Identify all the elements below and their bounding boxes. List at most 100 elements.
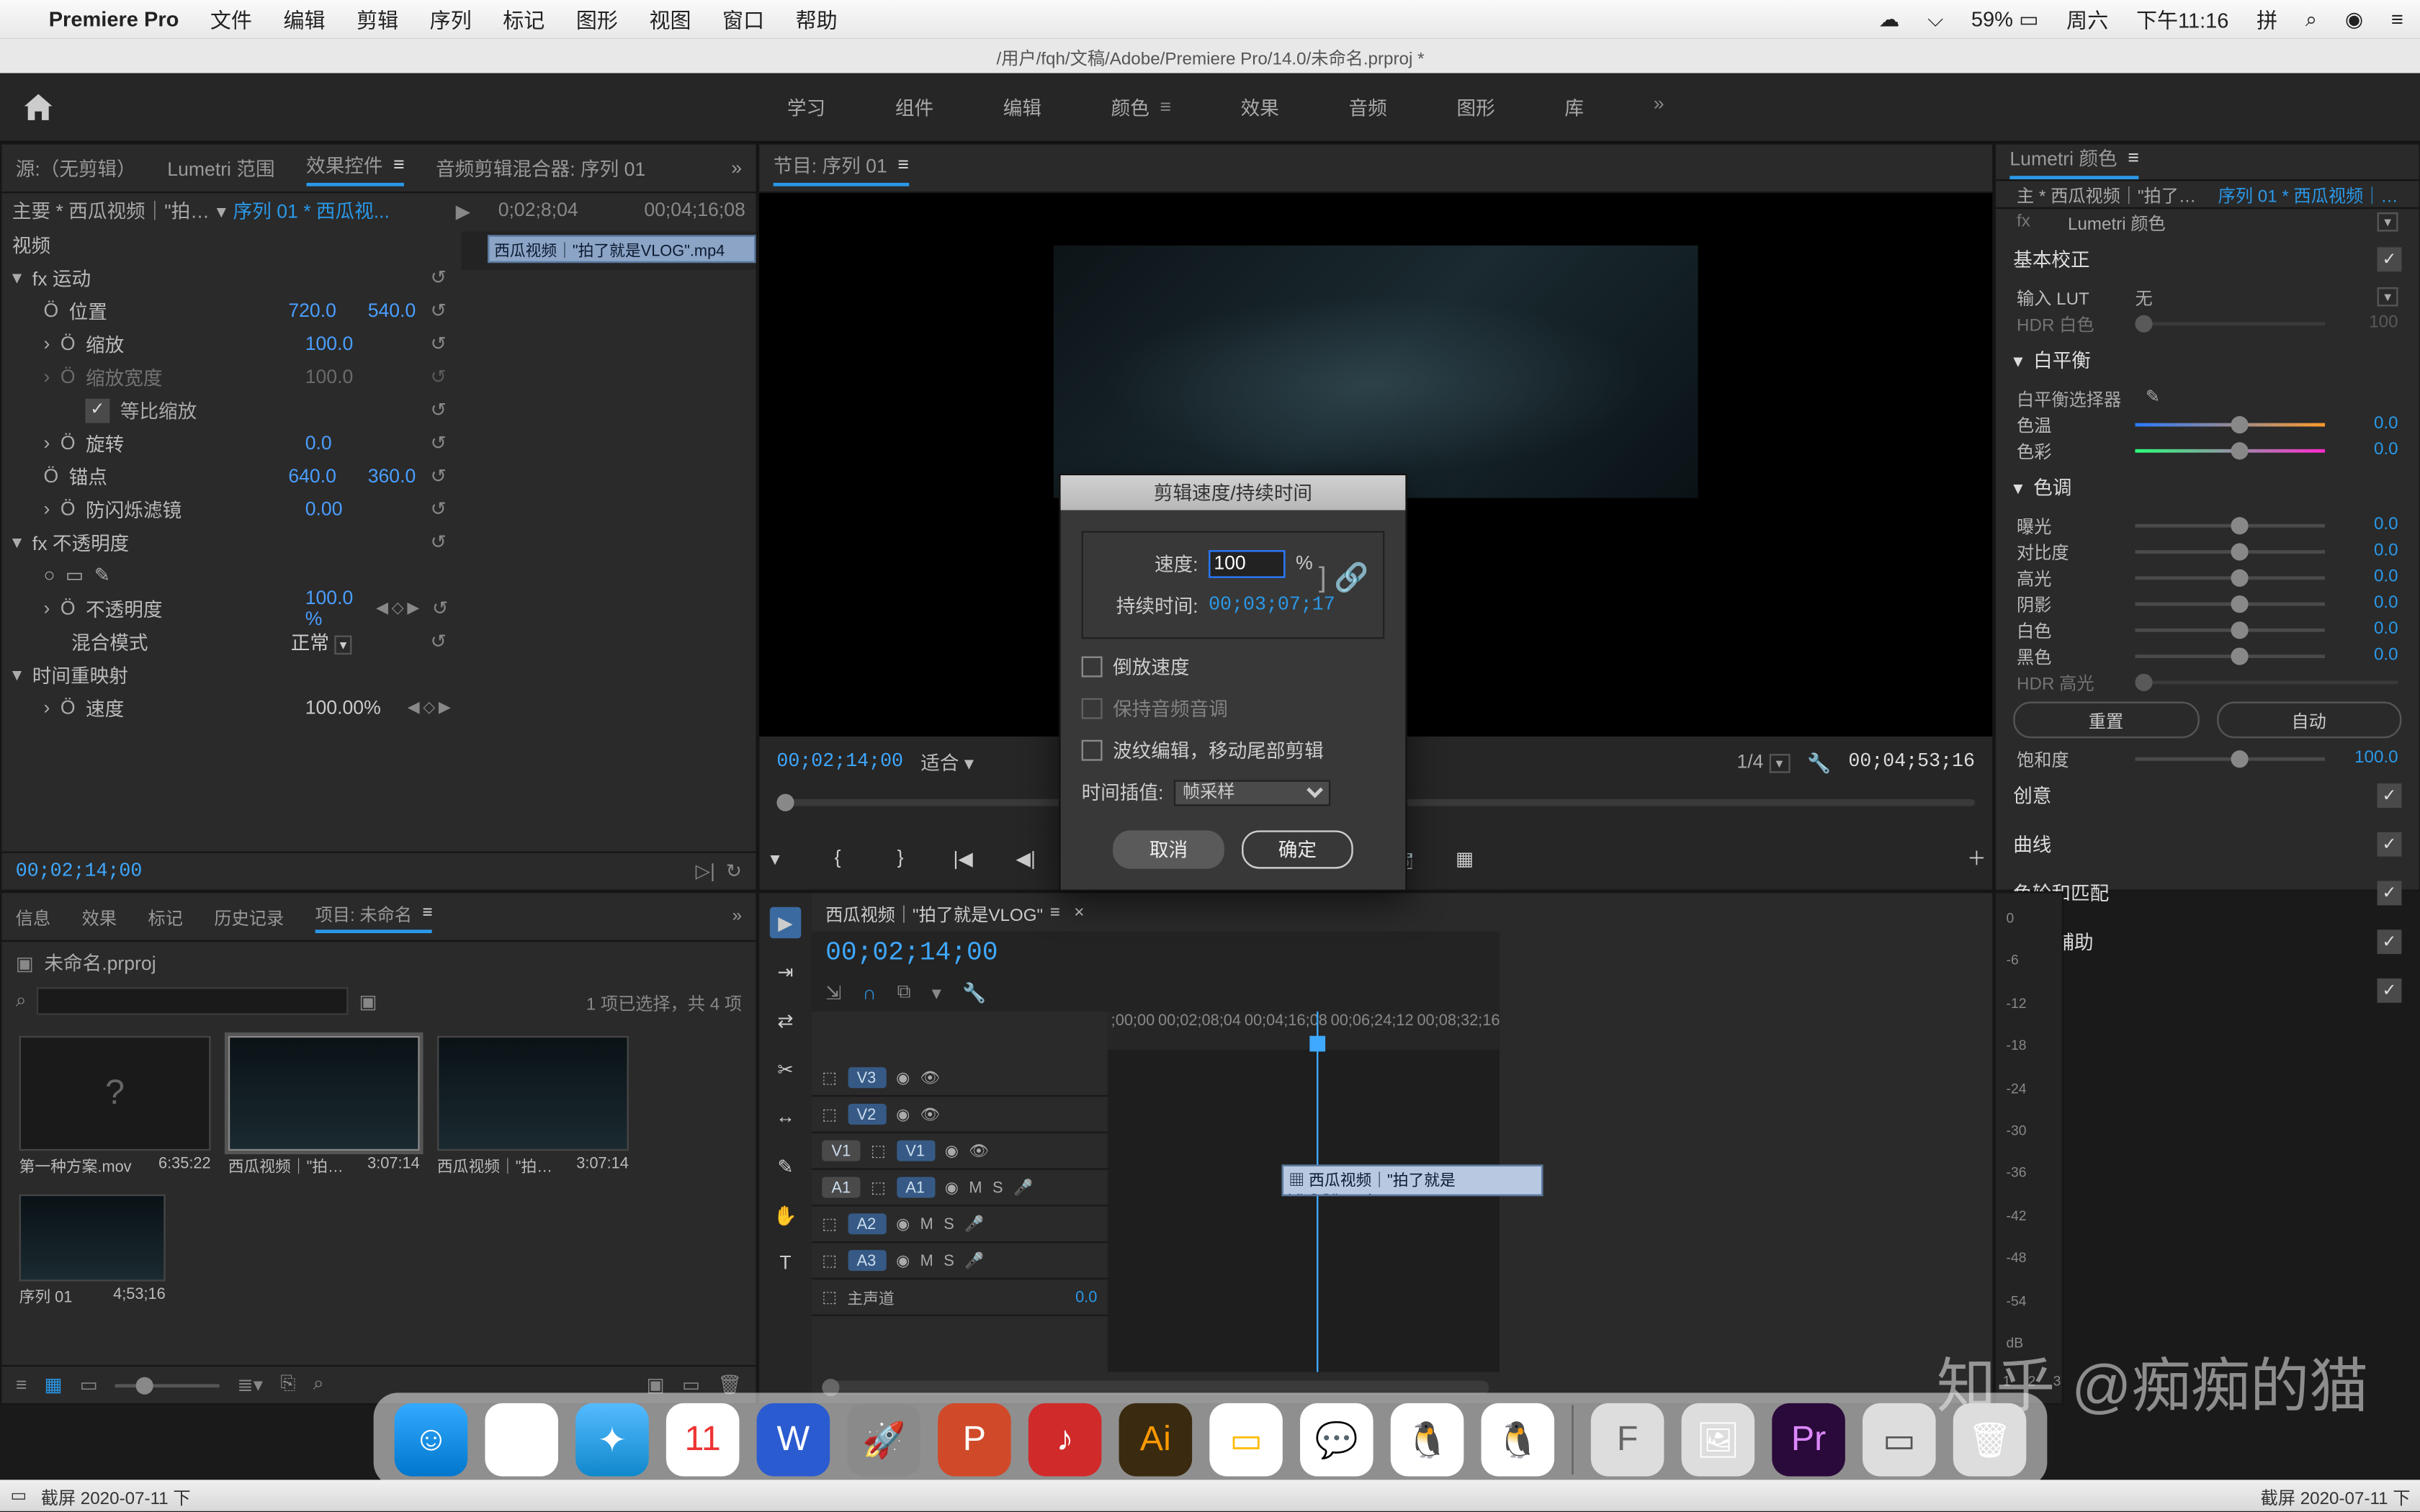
ect-footer-timecode[interactable]: 00;02;14;00 [16,861,143,882]
pen-tool-icon[interactable]: ✎ [770,1151,802,1182]
reset-icon[interactable]: ↺ [426,464,451,488]
hsl-toggle[interactable] [2378,930,2402,954]
lock-icon[interactable]: ⬚ [822,1104,837,1124]
ect-remap[interactable]: 时间重映射 [32,661,241,689]
list-view-icon[interactable]: ≡ [16,1374,27,1395]
basic-toggle[interactable] [2378,247,2402,271]
blacks-slider[interactable] [2135,654,2325,657]
linked-sel-icon[interactable]: ⧉ [897,982,911,1004]
sort-icon[interactable]: ≣▾ [237,1374,263,1396]
go-in-icon[interactable]: |◀ [947,842,979,874]
highlights-slider[interactable] [2135,575,2325,579]
scrub-handle[interactable] [776,794,794,811]
workspace-audio[interactable]: 音频 [1349,93,1387,121]
tab-history[interactable]: 历史记录 [214,904,284,930]
reset-icon[interactable]: ↺ [426,431,451,455]
section-creative[interactable]: 创意 [2013,782,2051,810]
slip-tool-icon[interactable]: ↔ [770,1102,802,1134]
cancel-button[interactable]: 取消 [1113,830,1224,868]
menu-clip[interactable]: 剪辑 [357,4,398,34]
tab-overflow-icon[interactable]: » [731,158,742,179]
zoom-slider[interactable] [115,1383,220,1387]
program-video[interactable] [1054,246,1698,498]
lock-icon[interactable]: ⬚ [871,1178,886,1197]
tint-value[interactable]: 0.0 [2339,441,2398,460]
tab-close-icon[interactable]: × [1074,903,1084,922]
ect-opacity-fx[interactable]: fx 不透明度 [32,528,241,557]
tab-overflow-icon[interactable]: » [732,907,742,927]
ect-anchor-x[interactable]: 640.0 [288,466,336,487]
lumetri-link[interactable]: 序列 01 * 西瓜视频｜… [2218,181,2398,207]
ect-position-y[interactable]: 540.0 [368,300,416,321]
tab-effect-controls[interactable]: 效果控件 ≡ [306,150,404,185]
whites-value[interactable]: 0.0 [2339,620,2398,639]
uniform-scale-checkbox[interactable] [85,398,109,423]
curves-toggle[interactable] [2378,832,2402,857]
ect-clip-bar[interactable]: 西瓜视频｜"拍了就是VLOG".mp4 [487,235,756,263]
vignette-toggle[interactable] [2378,978,2402,1003]
tab-effects[interactable]: 效果 [82,904,117,930]
dock-htm[interactable]: ▭ [1863,1403,1936,1477]
workspace-learn[interactable]: 学习 [787,93,825,121]
ect-motion[interactable]: fx 运动 [32,264,241,292]
ok-button[interactable]: 确定 [1242,830,1353,868]
taskbar-item[interactable]: 截屏 2020-07-11 下 [41,1482,191,1508]
compare-icon[interactable]: ▦ [1449,842,1481,874]
exposure-value[interactable]: 0.0 [2339,516,2398,535]
auto-button[interactable]: 自动 [2216,701,2402,738]
marker-icon[interactable]: ▾ [932,982,941,1004]
workspace-libraries[interactable]: 库 [1564,93,1584,121]
auto-seq-icon[interactable]: ⎘ [280,1374,295,1396]
bin-icon[interactable]: ▣ [16,951,34,973]
sat-value[interactable]: 100.0 [2339,749,2398,768]
dock-trash[interactable]: 🗑 [1953,1403,2027,1477]
ect-speed-value[interactable]: 100.00% [305,697,381,718]
snap-icon[interactable]: ∩ [862,983,876,1004]
mark-out-icon[interactable]: } [884,842,916,874]
reset-icon[interactable]: ↺ [426,365,451,390]
reset-icon[interactable]: ↺ [426,530,451,554]
hand-tool-icon[interactable]: ✋ [770,1200,802,1231]
mask-ellipse-icon[interactable]: ○ [43,565,55,586]
lock-icon[interactable]: ⬚ [822,1215,837,1234]
mark-in-icon[interactable]: { [822,842,853,874]
mask-pen-icon[interactable]: ✎ [94,564,110,586]
reset-icon[interactable]: ↺ [426,299,451,323]
creative-toggle[interactable] [2378,783,2402,808]
dock-ppt[interactable]: P [938,1403,1011,1477]
menu-mark[interactable]: 标记 [503,4,544,34]
section-tone[interactable]: 色调 [2033,474,2071,502]
ect-scale-value[interactable]: 100.0 [305,333,354,354]
timeline-timecode[interactable]: 00;02;14;00 [825,938,998,968]
wechat-icon[interactable]: ☁︎ [1878,7,1899,32]
lock-icon[interactable]: ⬚ [822,1068,837,1087]
freeform-view-icon[interactable]: ▭ [80,1374,98,1396]
wifi-icon[interactable]: ⌵ [1927,6,1943,32]
timeline-tab[interactable]: 西瓜视频｜"拍了就是VLOG" [825,899,1043,925]
dock-qq2[interactable]: 🐧 [1482,1403,1555,1477]
new-bin-icon[interactable]: ▣ [359,990,377,1012]
reverse-checkbox[interactable] [1082,657,1103,678]
zoom-menu[interactable]: 1/4 ▾ [1736,752,1789,773]
lock-icon[interactable]: ⬚ [822,1287,837,1307]
dock-wechat[interactable]: 💬 [1300,1403,1373,1477]
loop-icon[interactable]: ↻ [726,860,742,882]
ect-position-x[interactable]: 720.0 [288,300,336,321]
razor-tool-icon[interactable]: ✂ [770,1053,802,1085]
workspace-assembly[interactable]: 组件 [895,93,933,121]
lumetri-menu[interactable]: ▾ [2378,212,2398,232]
speed-input[interactable] [1209,550,1285,578]
track-select-tool-icon[interactable]: ⇥ [770,955,802,987]
blend-mode-select[interactable]: 正常 ▾ [291,628,352,656]
contrast-value[interactable]: 0.0 [2339,541,2398,561]
dock-premiere[interactable]: Pr [1772,1403,1845,1477]
reset-icon[interactable]: ↺ [430,596,451,621]
ect-sequence-link[interactable]: 序列 01 * 西瓜视... [233,197,390,225]
workspace-effects[interactable]: 效果 [1241,93,1279,121]
taskbar-right[interactable]: 截屏 2020-07-11 下 [2261,1482,2411,1508]
ect-anchor-y[interactable]: 360.0 [368,466,416,487]
menu-help[interactable]: 帮助 [796,4,838,34]
dock-chrome[interactable]: ◉ [485,1403,558,1477]
menu-window[interactable]: 窗口 [722,4,764,34]
button-editor-icon[interactable]: ＋ [1961,842,1993,874]
